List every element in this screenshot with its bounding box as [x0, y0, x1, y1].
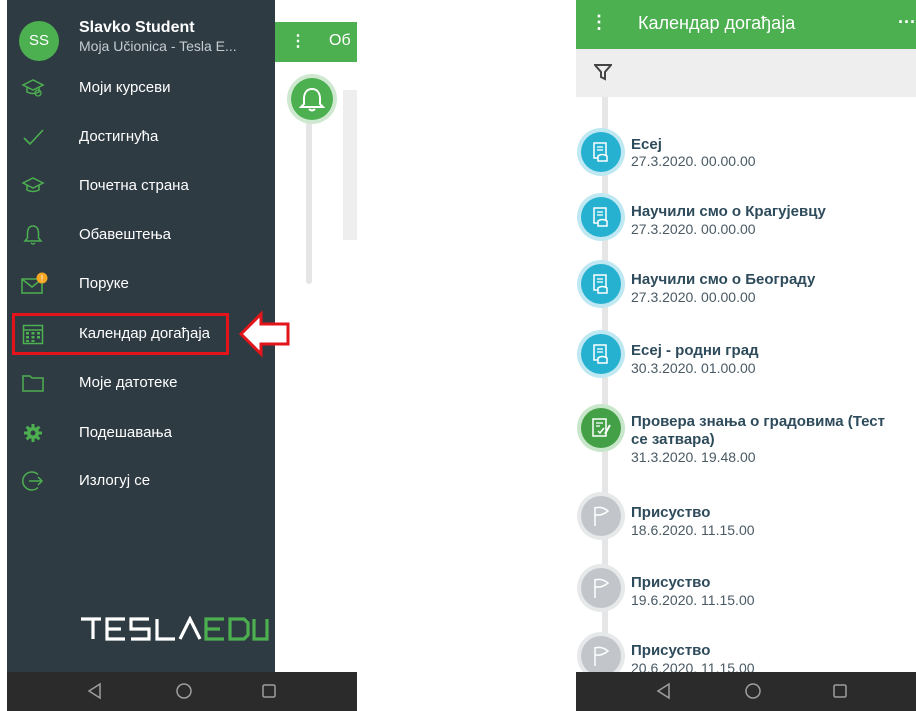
menu-item-messages[interactable]: ! Поруке: [7, 264, 275, 304]
event-title: Есеј - родни град: [631, 342, 759, 359]
assignment-icon: [581, 334, 621, 374]
left-phone-screenshot: ⋮ Об SS Slavko Student Moja Učionica - T…: [7, 0, 357, 711]
tesla-edu-logo: [79, 615, 269, 647]
quiz-icon: [581, 408, 621, 448]
flag-icon: [581, 636, 621, 676]
folder-icon: [21, 371, 45, 395]
menu-item-settings[interactable]: Подешавања: [7, 413, 275, 453]
timeline-line: [306, 122, 312, 284]
android-navigation-bar: [576, 672, 916, 711]
event-title-continuation: се затвара): [631, 431, 715, 448]
graduation-cap-icon: [21, 76, 45, 100]
avatar[interactable]: SS: [19, 21, 59, 61]
background-app-title: Об: [329, 32, 351, 49]
menu-item-label: Поруке: [79, 275, 129, 292]
user-name: Slavko Student: [79, 19, 195, 36]
user-organization: Moja Učionica - Tesla E...: [79, 38, 237, 54]
menu-item-my-courses[interactable]: Моји курсеви: [7, 68, 275, 108]
envelope-icon: !: [21, 272, 48, 296]
right-phone-screenshot: ⋮ Календар догађаја ··· Есеј 27.3.2020. …: [576, 0, 916, 711]
app-bar: ⋮ Календар догађаја ···: [576, 0, 916, 49]
gear-icon: [21, 421, 45, 445]
logout-icon: [21, 469, 45, 493]
event-date: 30.3.2020. 01.00.00: [631, 360, 756, 376]
bell-icon: [21, 223, 45, 247]
event-date: 18.6.2020. 11.15.00: [631, 522, 755, 538]
home-icon[interactable]: [744, 682, 762, 705]
home-icon[interactable]: [175, 682, 193, 705]
recents-icon[interactable]: [261, 682, 277, 705]
assignment-icon: [581, 264, 621, 304]
assignment-icon: [581, 132, 621, 172]
event-date: 31.3.2020. 19.48.00: [631, 449, 756, 465]
event-title: Провера знања о градовима (Тест: [631, 413, 885, 430]
event-date: 27.3.2020. 00.00.00: [631, 221, 756, 237]
event-title: Присуство: [631, 504, 711, 521]
menu-item-home[interactable]: Почетна страна: [7, 166, 275, 206]
menu-dots-icon[interactable]: ⋮: [590, 12, 608, 33]
svg-text:!: !: [41, 274, 44, 284]
flag-icon: [581, 496, 621, 536]
menu-item-label: Подешавања: [79, 424, 172, 441]
event-date: 27.3.2020. 00.00.00: [631, 153, 756, 169]
menu-item-label: Обавештења: [79, 226, 172, 243]
bell-icon: [291, 78, 333, 120]
event-title: Научили смо о Београду: [631, 271, 816, 288]
background-app-bar: ⋮ Об: [275, 22, 357, 62]
recents-icon[interactable]: [832, 682, 848, 705]
overflow-menu-icon[interactable]: ···: [898, 12, 916, 33]
arrow-left-annotation-icon: [238, 308, 291, 365]
graduation-cap-icon: [21, 174, 45, 198]
back-icon[interactable]: [656, 682, 672, 705]
event-title: Присуство: [631, 574, 711, 591]
page-title: Календар догађаја: [638, 13, 796, 33]
menu-item-label: Излогуј се: [79, 472, 151, 489]
android-navigation-bar: [7, 672, 357, 711]
assignment-icon: [581, 197, 621, 237]
highlight-annotation: [12, 313, 229, 355]
flag-icon: [581, 568, 621, 608]
menu-item-label: Почетна страна: [79, 177, 189, 194]
event-title: Есеј: [631, 136, 662, 153]
event-date: 19.6.2020. 11.15.00: [631, 592, 755, 608]
menu-item-my-files[interactable]: Моје датотеке: [7, 363, 275, 403]
menu-item-achievements[interactable]: Достигнућа: [7, 117, 275, 157]
event-title: Присуство: [631, 642, 711, 659]
event-date: 27.3.2020. 00.00.00: [631, 289, 756, 305]
back-icon[interactable]: [87, 682, 103, 705]
menu-dots-icon[interactable]: ⋮: [290, 31, 306, 51]
menu-item-notifications[interactable]: Обавештења: [7, 215, 275, 255]
filter-icon[interactable]: [592, 63, 614, 86]
menu-item-label: Достигнућа: [79, 128, 159, 145]
filter-bar: [576, 49, 916, 97]
event-title: Научили смо о Крагујевцу: [631, 203, 826, 220]
menu-item-logout[interactable]: Излогуј се: [7, 461, 275, 501]
menu-item-label: Моје датотеке: [79, 374, 178, 391]
checkmark-icon: [21, 125, 45, 149]
menu-item-label: Моји курсеви: [79, 79, 171, 96]
background-card: [343, 90, 357, 240]
drawer-header: SS Slavko Student Moja Učionica - Tesla …: [7, 0, 275, 78]
